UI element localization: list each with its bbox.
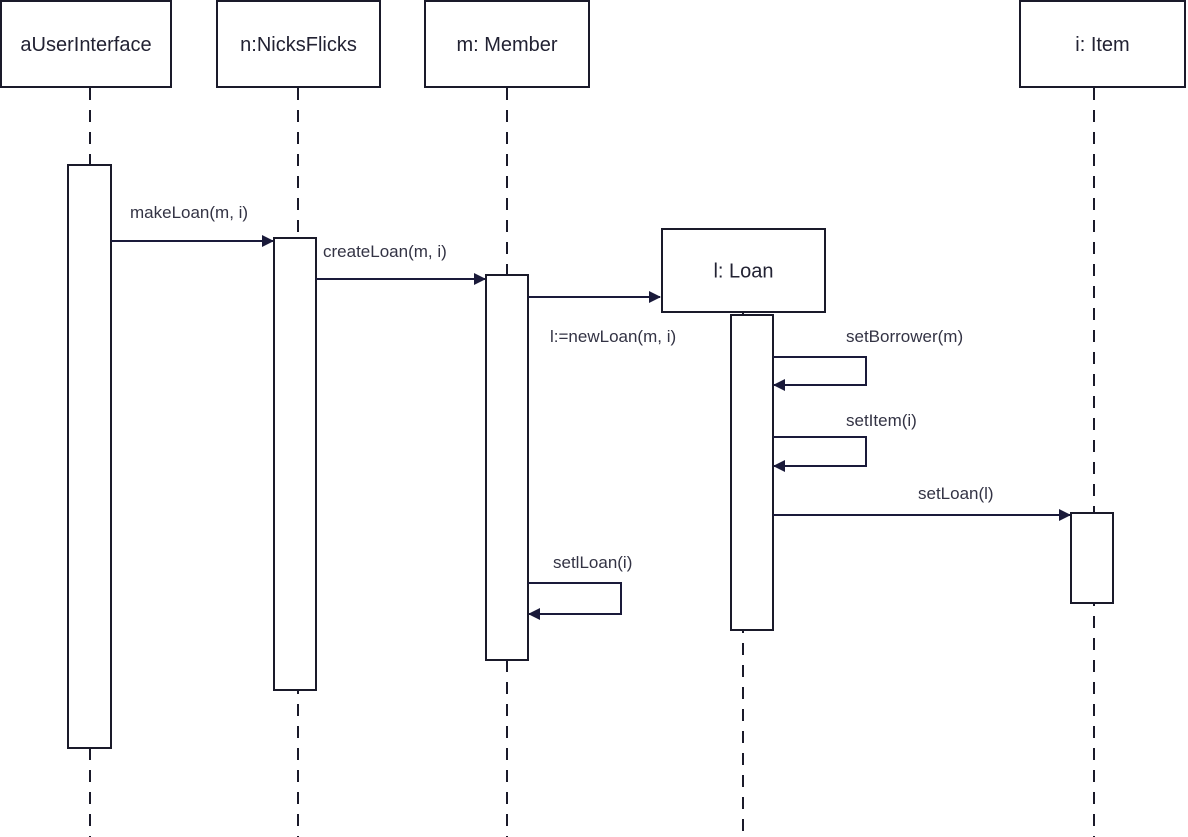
message-label: setBorrower(m) xyxy=(846,327,963,346)
message-arrow xyxy=(773,436,867,472)
message-label: l:=newLoan(m, i) xyxy=(550,327,676,346)
sequence-diagram: aUserInterface n:NicksFlicks m: Member l: L… xyxy=(0,0,1186,837)
message-label: setItem(i) xyxy=(846,411,917,430)
message-arrow xyxy=(773,356,867,391)
message-arrow xyxy=(528,582,622,620)
participant-name: l: Loan xyxy=(713,261,773,283)
participant-name: aUserInterface xyxy=(20,34,151,56)
activation-bar xyxy=(273,237,317,691)
activation-bar xyxy=(67,164,112,749)
message-label: setlLoan(i) xyxy=(553,553,632,572)
participant-name: n:NicksFlicks xyxy=(240,34,357,56)
activation-bar xyxy=(485,274,529,661)
participant-name: m: Member xyxy=(456,34,557,56)
message-label: createLoan(m, i) xyxy=(323,242,447,261)
activation-bar xyxy=(730,314,774,631)
message-label: setLoan(l) xyxy=(918,484,994,503)
message-label: makeLoan(m, i) xyxy=(130,203,248,222)
participant-name: i: Item xyxy=(1075,34,1129,56)
activation-bar xyxy=(1070,512,1114,604)
